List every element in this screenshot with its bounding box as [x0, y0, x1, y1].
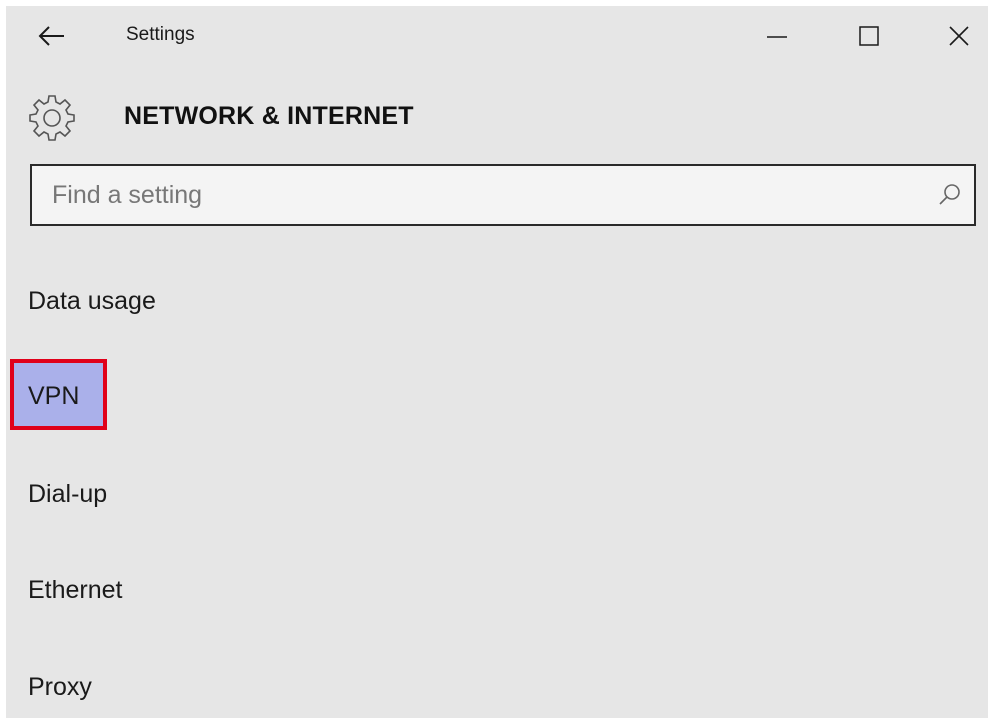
nav-item-vpn-label: VPN: [28, 382, 80, 410]
search-icon[interactable]: [936, 181, 964, 209]
nav-item-proxy[interactable]: Proxy: [28, 672, 92, 702]
back-button[interactable]: [32, 20, 72, 52]
page-title: NETWORK & INTERNET: [124, 102, 414, 130]
close-icon: [949, 26, 969, 46]
nav-item-ethernet[interactable]: Ethernet: [28, 575, 123, 605]
settings-window: Settings NETWORK & INTERNET Find a setti…: [6, 6, 988, 718]
close-button[interactable]: [936, 16, 982, 56]
search-box: [30, 164, 976, 226]
back-arrow-icon: [38, 26, 64, 46]
maximize-icon: [859, 26, 879, 46]
search-input[interactable]: [32, 166, 974, 224]
minimize-button[interactable]: [754, 16, 800, 56]
title-bar: Settings: [6, 6, 988, 66]
maximize-button[interactable]: [846, 16, 892, 56]
minimize-icon: [767, 36, 787, 38]
nav-item-data-usage[interactable]: Data usage: [28, 286, 156, 316]
window-title: Settings: [126, 24, 195, 45]
gear-icon: [29, 95, 75, 141]
nav-item-dial-up[interactable]: Dial-up: [28, 479, 107, 509]
page-header: NETWORK & INTERNET: [6, 86, 988, 146]
nav-item-vpn[interactable]: VPN: [10, 359, 107, 430]
